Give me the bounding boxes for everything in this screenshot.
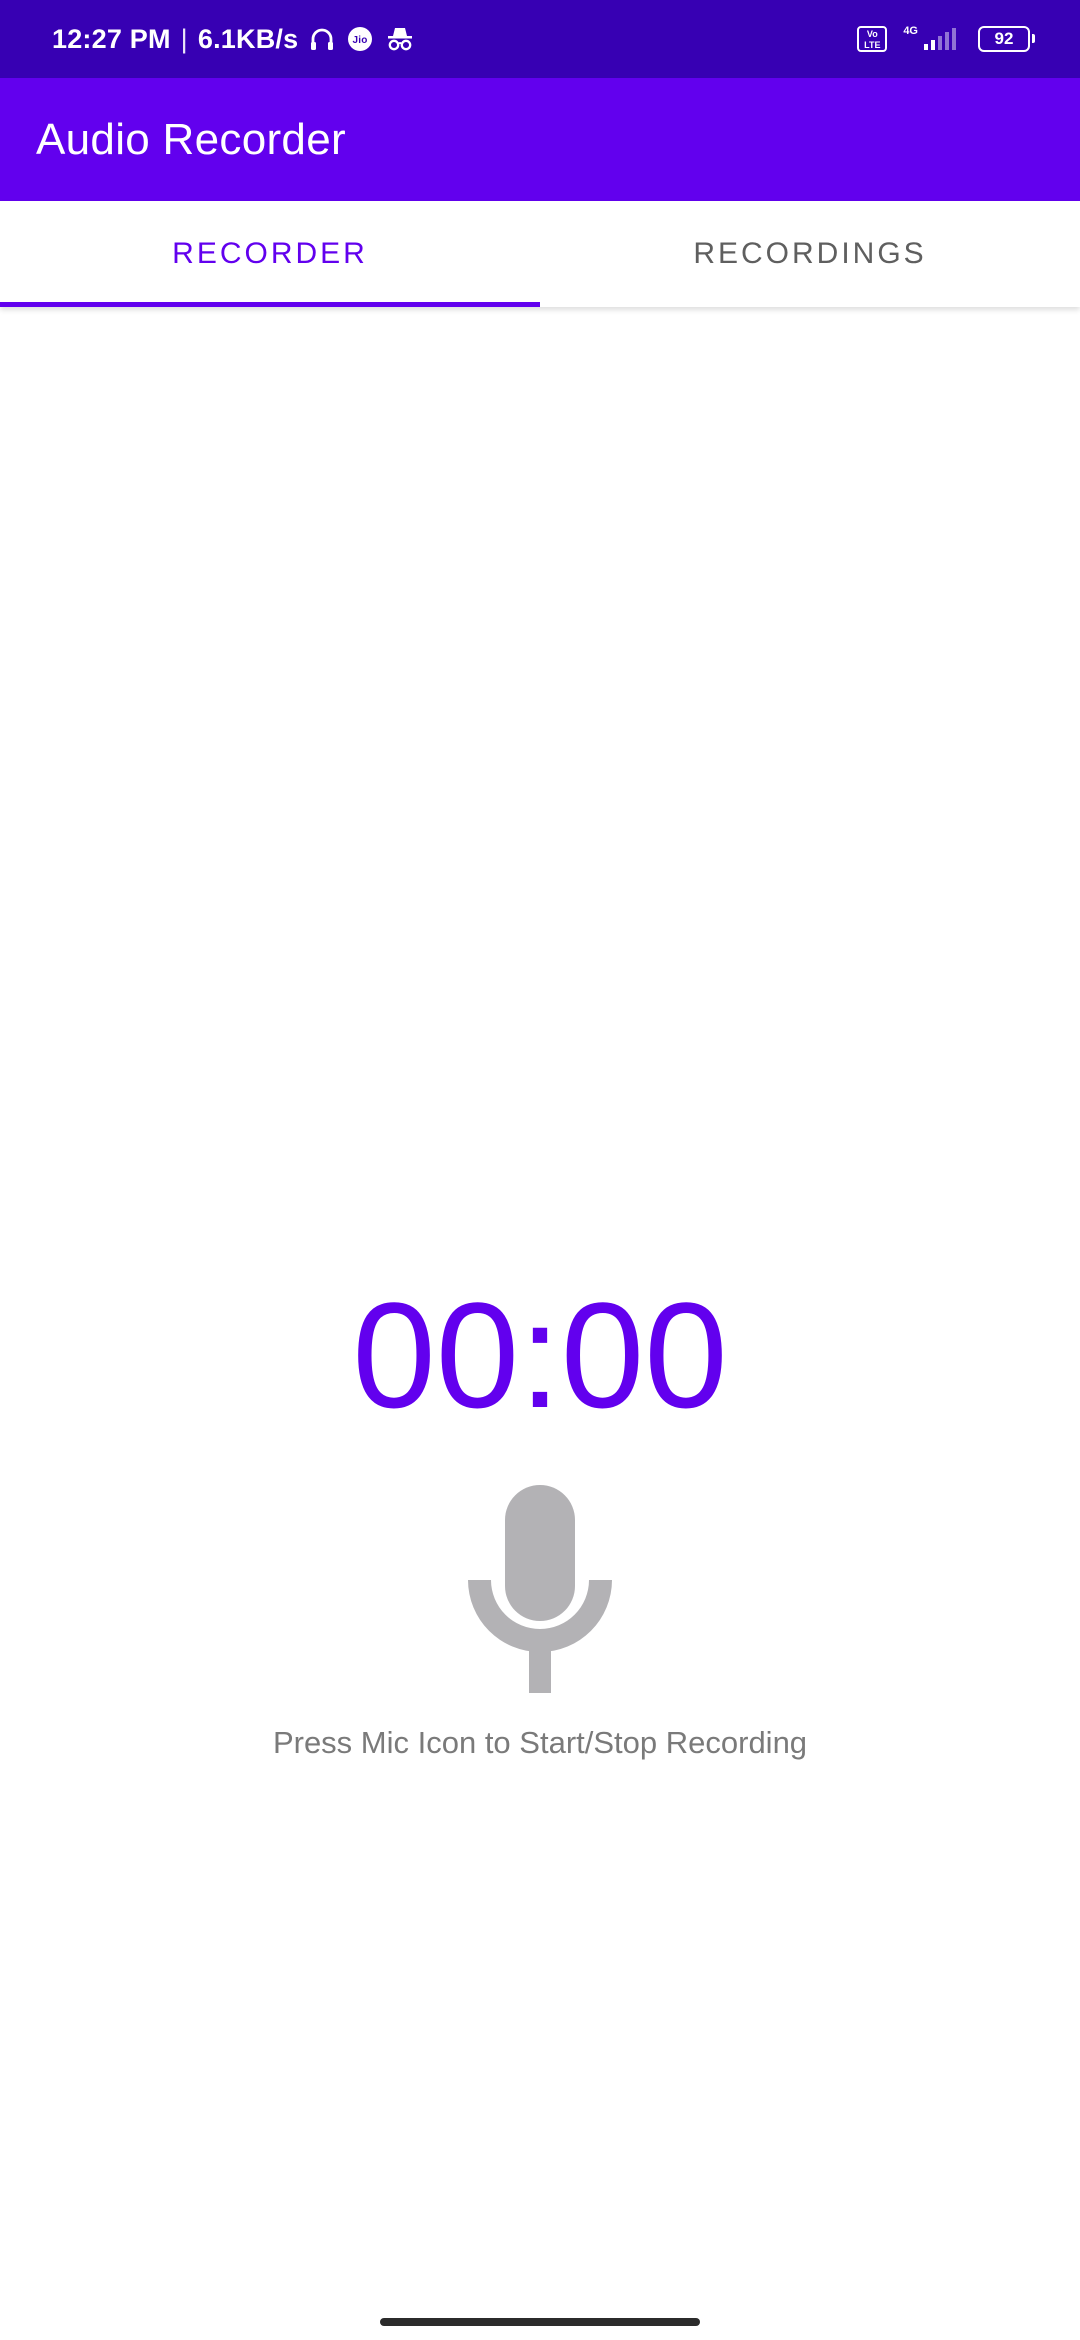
tab-recordings[interactable]: RECORDINGS [540, 201, 1080, 307]
signal-icon [922, 25, 962, 53]
recording-hint: Press Mic Icon to Start/Stop Recording [272, 1725, 808, 1760]
incognito-icon [384, 25, 416, 53]
tab-bar: RECORDER RECORDINGS [0, 201, 1080, 307]
status-right: Vo LTE 4G 92 [857, 0, 1035, 78]
recording-timer: 00:00 [352, 1271, 728, 1439]
volte-icon: Vo LTE [857, 26, 888, 52]
battery-level: 92 [994, 29, 1014, 48]
app-title: Audio Recorder [36, 115, 346, 164]
headphones-icon [308, 25, 336, 53]
status-separator: | [180, 23, 188, 54]
tab-indicator [0, 302, 540, 307]
app-bar: Audio Recorder [0, 78, 1080, 201]
network-type: 4G [903, 25, 918, 37]
jio-icon: Jio [346, 25, 374, 53]
home-indicator[interactable] [380, 2318, 700, 2326]
status-left: 12:27 PM | 6.1KB/s Jio [52, 0, 416, 78]
svg-text:Jio: Jio [353, 35, 368, 46]
status-bar: 12:27 PM | 6.1KB/s Jio Vo LTE 4G 92 [0, 0, 1080, 78]
battery-icon: 92 [978, 26, 1035, 52]
network-speed: 6.1KB/s [197, 23, 299, 54]
status-time: 12:27 PM [52, 23, 171, 54]
tab-recorder[interactable]: RECORDER [0, 201, 540, 307]
microphone-icon[interactable] [460, 1480, 620, 1695]
